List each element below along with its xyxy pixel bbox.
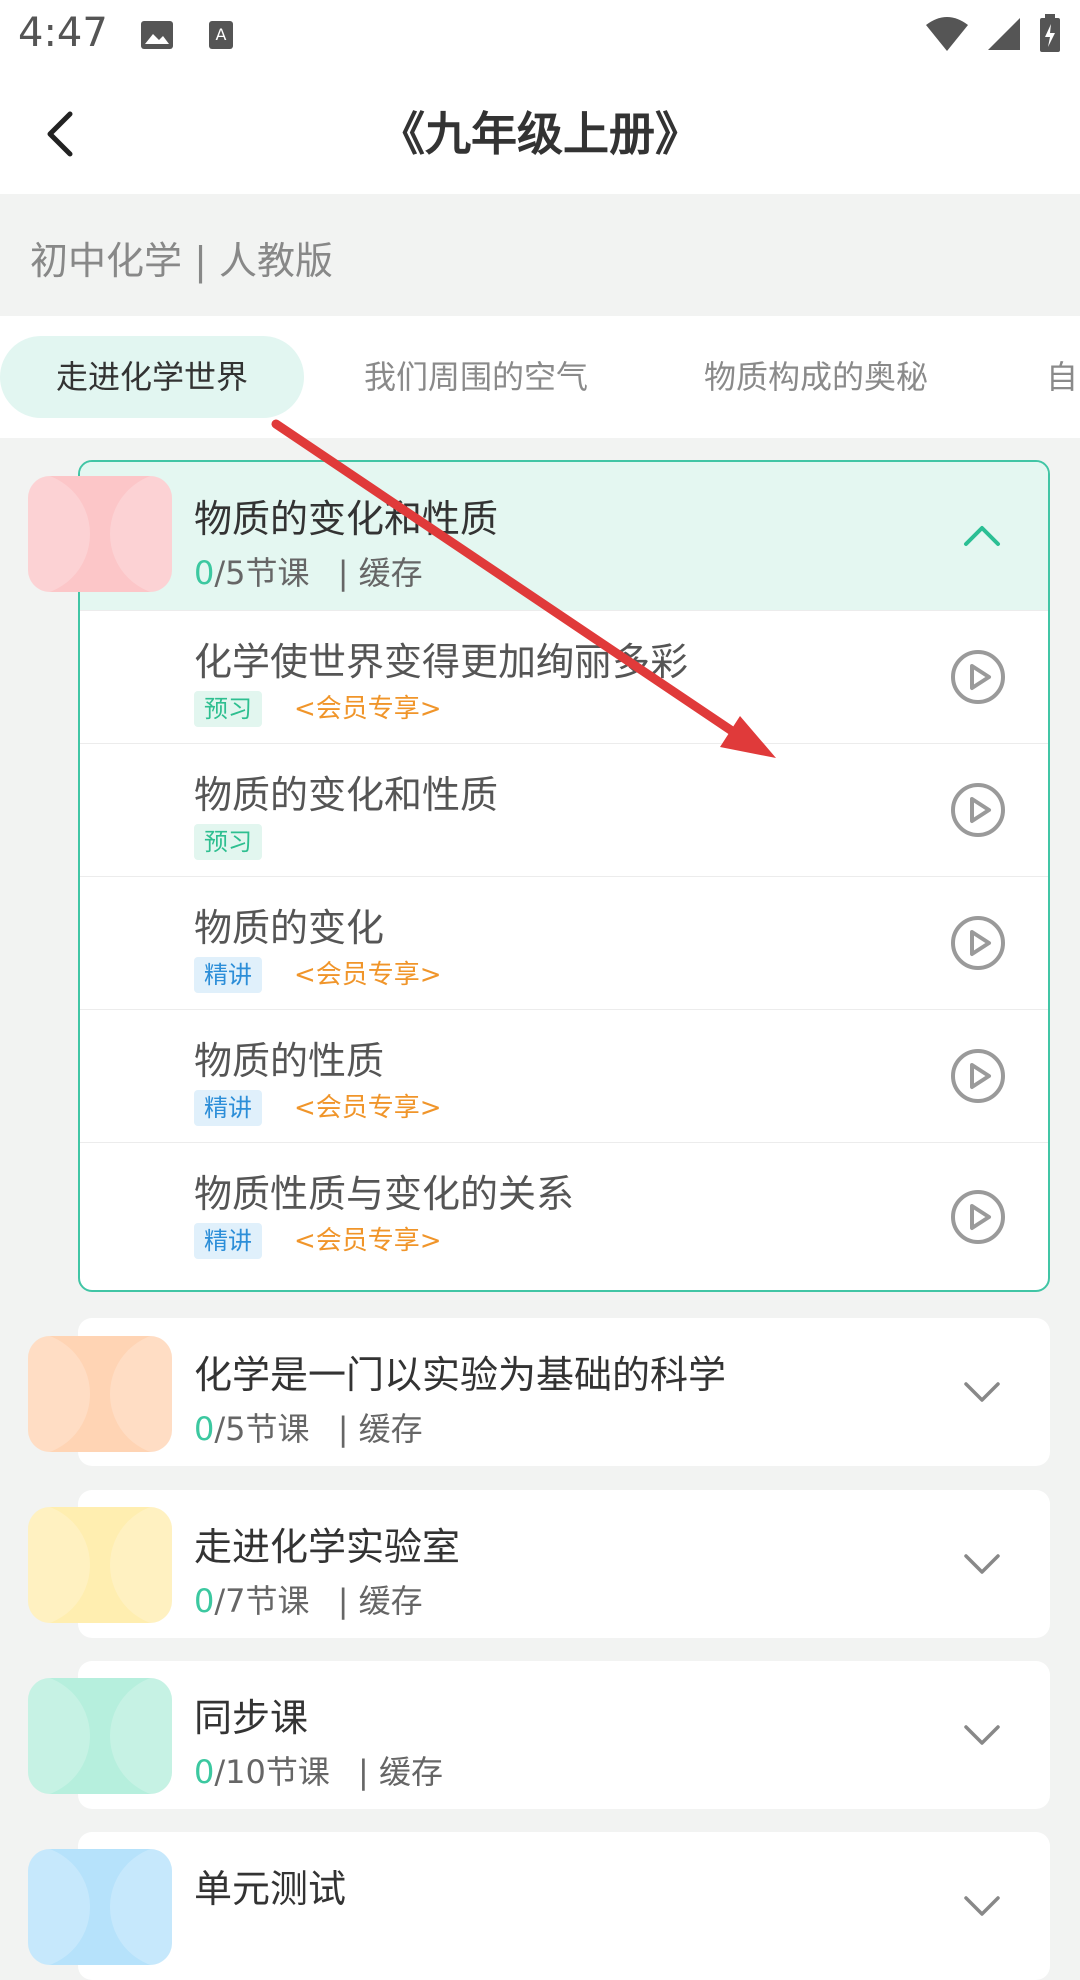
chevron-down-icon[interactable] xyxy=(960,1884,1004,1928)
tab-chapter-4[interactable]: 自 xyxy=(1046,336,1078,418)
play-icon[interactable] xyxy=(950,1048,1006,1104)
unit-card[interactable]: 化学是一门以实验为基础的科学 0/5节课 | 缓存 xyxy=(78,1318,1050,1466)
tab-chapter-2[interactable]: 我们周围的空气 xyxy=(364,336,588,418)
unit-progress: 0/5节课 | 缓存 xyxy=(194,554,423,592)
play-icon[interactable] xyxy=(950,915,1006,971)
chevron-down-icon[interactable] xyxy=(960,1713,1004,1757)
lesson-title: 物质的变化 xyxy=(194,906,385,950)
unit-panel-expanded: 物质的变化和性质 0/5节课 | 缓存 化学使世界变得更加绚丽多彩 预习 <会员… xyxy=(78,460,1050,1292)
unit-title: 走进化学实验室 xyxy=(194,1525,461,1569)
unit-thumbnail xyxy=(28,1678,172,1794)
signal-icon xyxy=(988,18,1020,50)
lesson-tag: 精讲 xyxy=(194,957,262,993)
status-bar: 4:47 A xyxy=(0,0,1080,72)
play-icon[interactable] xyxy=(950,1189,1006,1245)
page-title: 《九年级上册》 xyxy=(379,107,701,161)
vip-label: <会员专享> xyxy=(294,1226,442,1256)
lesson-tag: 预习 xyxy=(194,824,262,860)
unit-thumbnail xyxy=(28,1507,172,1623)
status-time: 4:47 xyxy=(18,10,108,56)
lesson-tag: 精讲 xyxy=(194,1090,262,1126)
lesson-item[interactable]: 物质的变化和性质 预习 xyxy=(80,743,1048,877)
unit-title: 单元测试 xyxy=(194,1867,347,1911)
unit-progress: 0/5节课 | 缓存 xyxy=(194,1410,423,1448)
play-icon[interactable] xyxy=(950,782,1006,838)
text-input-icon: A xyxy=(209,21,233,49)
chevron-down-icon[interactable] xyxy=(960,1542,1004,1586)
unit-thumbnail xyxy=(28,1336,172,1452)
tab-chapter-1[interactable]: 走进化学世界 xyxy=(0,336,305,418)
unit-progress: 0/7节课 | 缓存 xyxy=(194,1582,423,1620)
lesson-tag: 精讲 xyxy=(194,1223,262,1259)
vip-label: <会员专享> xyxy=(294,960,442,990)
chapter-tabs: 走进化学世界 我们周围的空气 物质构成的奥秘 自 xyxy=(0,316,1080,438)
wifi-icon xyxy=(926,17,968,51)
play-icon[interactable] xyxy=(950,649,1006,705)
lesson-title: 化学使世界变得更加绚丽多彩 xyxy=(194,640,689,684)
unit-title: 同步课 xyxy=(194,1696,309,1740)
unit-thumbnail xyxy=(28,1849,172,1965)
unit-title: 化学是一门以实验为基础的科学 xyxy=(194,1353,727,1397)
lesson-item[interactable]: 物质的性质 精讲 <会员专享> xyxy=(80,1009,1048,1143)
cache-link[interactable]: | 缓存 xyxy=(338,1582,423,1620)
cache-link[interactable]: | 缓存 xyxy=(358,1753,443,1791)
lesson-title: 物质性质与变化的关系 xyxy=(194,1172,575,1216)
battery-icon xyxy=(1040,14,1060,52)
lesson-item[interactable]: 化学使世界变得更加绚丽多彩 预习 <会员专享> xyxy=(80,610,1048,744)
unit-card[interactable]: 单元测试 xyxy=(78,1832,1050,1980)
subject-label: 初中化学 | 人教版 xyxy=(30,239,333,283)
unit-title: 物质的变化和性质 xyxy=(194,497,499,541)
lesson-item[interactable]: 物质的变化 精讲 <会员专享> xyxy=(80,876,1048,1010)
svg-text:A: A xyxy=(216,25,227,44)
cache-link[interactable]: | 缓存 xyxy=(338,554,423,592)
lesson-tag: 预习 xyxy=(194,691,262,727)
image-icon xyxy=(141,21,173,49)
unit-card[interactable]: 走进化学实验室 0/7节课 | 缓存 xyxy=(78,1490,1050,1638)
unit-header[interactable]: 物质的变化和性质 0/5节课 | 缓存 xyxy=(80,462,1048,610)
unit-progress: 0/10节课 | 缓存 xyxy=(194,1753,444,1791)
chevron-down-icon[interactable] xyxy=(960,1370,1004,1414)
unit-card[interactable]: 同步课 0/10节课 | 缓存 xyxy=(78,1661,1050,1809)
unit-thumbnail xyxy=(28,476,172,592)
vip-label: <会员专享> xyxy=(294,1093,442,1123)
cache-link[interactable]: | 缓存 xyxy=(338,1410,423,1448)
lesson-item[interactable]: 物质性质与变化的关系 精讲 <会员专享> xyxy=(80,1142,1048,1276)
chevron-up-icon[interactable] xyxy=(960,514,1004,558)
header: 《九年级上册》 xyxy=(0,72,1080,194)
lesson-title: 物质的性质 xyxy=(194,1039,385,1083)
tab-chapter-3[interactable]: 物质构成的奥秘 xyxy=(704,336,928,418)
vip-label: <会员专享> xyxy=(294,694,442,724)
lesson-title: 物质的变化和性质 xyxy=(194,773,499,817)
